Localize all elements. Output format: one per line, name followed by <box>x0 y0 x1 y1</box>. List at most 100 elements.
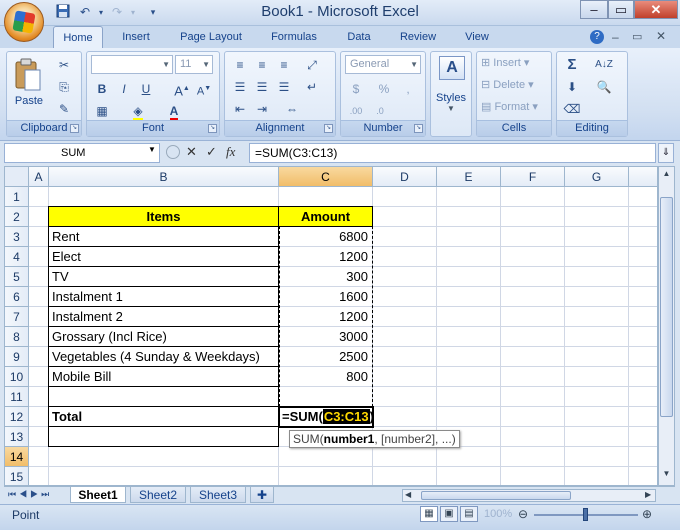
vertical-scroll-thumb[interactable] <box>660 197 673 417</box>
merge-center-icon[interactable]: ⇔ <box>281 98 303 118</box>
sheet-tab-sheet1[interactable]: Sheet1 <box>70 487 126 503</box>
maximize-button[interactable]: ▭ <box>608 0 634 19</box>
bold-button[interactable]: B <box>91 78 113 98</box>
column-header-h[interactable] <box>629 167 657 187</box>
align-middle-icon[interactable]: ≡ <box>251 54 273 74</box>
font-name-combo[interactable]: ▼ <box>91 55 173 74</box>
item-cell[interactable]: Instalment 2 <box>49 307 278 327</box>
worksheet-grid[interactable]: A B C D E F G 1 2 3 4 5 6 7 8 9 10 11 12… <box>4 166 658 486</box>
number-launcher-icon[interactable]: ↘ <box>414 124 423 133</box>
comma-button[interactable]: , <box>397 78 419 98</box>
name-box-dropdown-icon[interactable]: ▼ <box>148 145 158 154</box>
page-layout-view-icon[interactable]: ▣ <box>440 506 458 522</box>
row-header[interactable]: 13 <box>5 427 29 447</box>
shrink-font-icon[interactable]: A▼ <box>193 78 215 98</box>
tab-review[interactable]: Review <box>392 26 444 48</box>
styles-icon[interactable]: A <box>439 56 465 80</box>
row-header[interactable]: 2 <box>5 207 29 227</box>
ribbon-minimize-icon[interactable]: – <box>612 30 626 44</box>
align-bottom-icon[interactable]: ≡ <box>273 54 295 74</box>
copy-icon[interactable]: ⎘ <box>53 76 75 96</box>
item-cell[interactable]: Rent <box>49 227 278 247</box>
header-amount-cell[interactable]: Amount <box>278 206 373 227</box>
fill-icon[interactable]: ⬇ <box>561 76 583 96</box>
font-color-icon[interactable]: A <box>163 100 185 121</box>
row-header[interactable]: 14 <box>5 447 29 467</box>
alignment-launcher-icon[interactable]: ↘ <box>324 124 333 133</box>
number-format-combo[interactable]: General ▼ <box>345 55 421 74</box>
insert-function-icon[interactable]: fx <box>226 144 235 160</box>
select-all-corner[interactable] <box>5 167 29 187</box>
scroll-left-icon[interactable]: ◀ <box>405 490 411 499</box>
clear-icon[interactable]: ⌫ <box>561 98 583 118</box>
amount-cell[interactable]: 1200 <box>281 307 371 327</box>
font-size-combo[interactable]: 11 ▼ <box>175 55 213 74</box>
column-header-a[interactable]: A <box>29 167 49 187</box>
row-header[interactable]: 1 <box>5 187 29 207</box>
tab-formulas[interactable]: Formulas <box>262 26 326 48</box>
tab-home[interactable]: Home <box>53 26 103 48</box>
row-header[interactable]: 3 <box>5 227 29 247</box>
ribbon-restore-icon[interactable]: ▭ <box>632 30 646 43</box>
row-header[interactable]: 4 <box>5 247 29 267</box>
sheet-tab-sheet2[interactable]: Sheet2 <box>130 487 186 503</box>
underline-button[interactable]: U <box>135 78 157 98</box>
orientation-icon[interactable]: ⤢ <box>301 54 323 74</box>
paste-button[interactable]: Paste <box>13 58 45 112</box>
row-header[interactable]: 12 <box>5 407 29 427</box>
header-items-cell[interactable]: Items <box>48 206 279 227</box>
item-cell[interactable]: Instalment 1 <box>49 287 278 307</box>
align-right-icon[interactable]: ☰ <box>273 76 295 96</box>
amount-cell[interactable]: 1200 <box>281 247 371 267</box>
horizontal-scroll-thumb[interactable] <box>421 491 571 500</box>
wrap-text-icon[interactable]: ↵ <box>301 76 323 96</box>
cancel-icon[interactable]: ✕ <box>186 144 197 160</box>
amount-cell[interactable]: 2500 <box>281 347 371 367</box>
row-header[interactable]: 15 <box>5 467 29 485</box>
zoom-level[interactable]: 100% <box>484 508 512 520</box>
cut-icon[interactable]: ✂ <box>53 54 75 74</box>
amount-cell[interactable]: 6800 <box>281 227 371 247</box>
row-header[interactable]: 9 <box>5 347 29 367</box>
expand-formula-bar-icon[interactable]: ⇓ <box>658 143 674 163</box>
column-header-b[interactable]: B <box>49 167 279 187</box>
insert-sheet-icon[interactable]: ✚ <box>250 487 274 503</box>
page-break-view-icon[interactable]: ▤ <box>460 506 478 522</box>
row-header[interactable]: 6 <box>5 287 29 307</box>
function-tooltip[interactable]: SUM(number1, [number2], ...) <box>289 430 460 448</box>
row-header[interactable]: 7 <box>5 307 29 327</box>
find-select-icon[interactable]: 🔍 <box>593 76 615 96</box>
column-header-d[interactable]: D <box>373 167 437 187</box>
format-painter-icon[interactable]: ✎ <box>53 98 75 118</box>
enter-icon[interactable]: ✓ <box>206 144 217 160</box>
column-header-f[interactable]: F <box>501 167 565 187</box>
currency-button[interactable]: $ <box>345 78 367 98</box>
zoom-slider-thumb[interactable] <box>583 508 588 521</box>
tab-insert[interactable]: Insert <box>111 26 161 48</box>
row-header[interactable]: 8 <box>5 327 29 347</box>
fill-color-icon[interactable]: ◈ <box>127 100 149 121</box>
insert-cells-button[interactable]: ⊞ Insert ▾ <box>481 54 551 72</box>
format-cells-button[interactable]: ▤ Format ▾ <box>481 98 551 116</box>
decrease-indent-icon[interactable]: ⇤ <box>229 98 251 118</box>
amount-cell[interactable]: 3000 <box>281 327 371 347</box>
align-top-icon[interactable]: ≡ <box>229 54 251 74</box>
amount-cell[interactable]: 800 <box>281 367 371 387</box>
column-header-g[interactable]: G <box>565 167 629 187</box>
item-cell[interactable]: Mobile Bill <box>49 367 278 387</box>
scroll-up-icon[interactable]: ▲ <box>660 169 673 181</box>
percent-button[interactable]: % <box>373 78 395 98</box>
office-button[interactable] <box>4 2 44 42</box>
item-cell[interactable]: TV <box>49 267 278 287</box>
normal-view-icon[interactable]: ▦ <box>420 506 438 522</box>
zoom-out-icon[interactable]: ⊖ <box>518 507 528 521</box>
styles-button[interactable]: Styles <box>431 92 471 104</box>
column-header-e[interactable]: E <box>437 167 501 187</box>
borders-icon[interactable]: ▦ <box>91 100 113 120</box>
sheet-tab-sheet3[interactable]: Sheet3 <box>190 487 246 503</box>
italic-button[interactable]: I <box>113 78 135 98</box>
sheet-navigation-icon[interactable]: ⏮◀▶⏭ <box>8 489 52 500</box>
scroll-right-icon[interactable]: ▶ <box>645 490 651 499</box>
close-button[interactable]: ✕ <box>634 0 678 19</box>
tab-page-layout[interactable]: Page Layout <box>170 26 252 48</box>
